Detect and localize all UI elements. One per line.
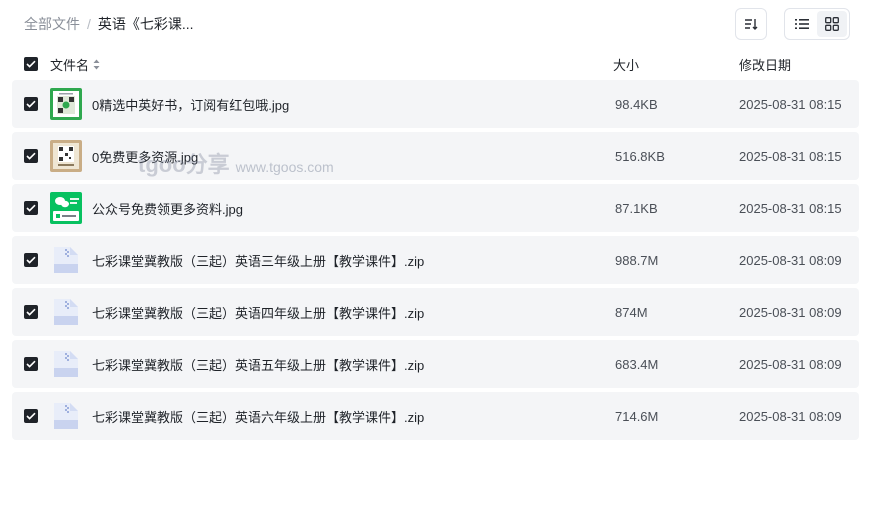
wechat-thumbnail-icon <box>50 192 82 224</box>
checkmark-icon <box>26 256 36 264</box>
file-name[interactable]: 七彩课堂冀教版（三起）英语六年级上册【教学课件】.zip <box>92 407 424 426</box>
file-name[interactable]: 公众号免费领更多资料.jpg <box>92 199 243 218</box>
breadcrumb: 全部文件 / 英语《七彩课... <box>24 14 194 34</box>
breadcrumb-separator: / <box>87 16 91 32</box>
row-checkbox[interactable] <box>24 97 38 111</box>
size-column-header[interactable]: 大小 <box>613 55 739 74</box>
checkmark-icon <box>26 308 36 316</box>
file-date: 2025-08-31 08:15 <box>739 96 842 112</box>
list-view-button[interactable] <box>787 11 817 37</box>
file-list-header: 文件名 大小 修改日期 <box>12 52 859 76</box>
file-date: 2025-08-31 08:15 <box>739 200 842 216</box>
file-size: 98.4KB <box>615 96 658 112</box>
file-row[interactable]: 0免费更多资源.jpg 516.8KB 2025-08-31 08:15 <box>12 132 859 180</box>
file-row[interactable]: 0精选中英好书，订阅有红包哦.jpg 98.4KB 2025-08-31 08:… <box>12 80 859 128</box>
row-checkbox[interactable] <box>24 201 38 215</box>
row-checkbox[interactable] <box>24 357 38 371</box>
grid-view-icon <box>825 17 839 31</box>
zip-file-icon <box>50 244 82 276</box>
row-checkbox[interactable] <box>24 253 38 267</box>
view-toolbar <box>735 8 850 40</box>
checkmark-icon <box>26 204 36 212</box>
row-checkbox[interactable] <box>24 409 38 423</box>
name-header-label: 文件名 <box>50 57 90 73</box>
view-toggle <box>784 8 850 40</box>
file-size: 516.8KB <box>615 148 665 164</box>
file-date: 2025-08-31 08:09 <box>739 356 842 372</box>
file-name[interactable]: 七彩课堂冀教版（三起）英语四年级上册【教学课件】.zip <box>92 303 424 322</box>
file-name[interactable]: 0免费更多资源.jpg <box>92 147 198 166</box>
file-date: 2025-08-31 08:15 <box>739 148 842 164</box>
zip-file-icon <box>50 296 82 328</box>
file-name[interactable]: 七彩课堂冀教版（三起）英语三年级上册【教学课件】.zip <box>92 251 424 270</box>
breadcrumb-current: 英语《七彩课... <box>97 16 194 32</box>
file-size: 87.1KB <box>615 200 658 216</box>
breadcrumb-root-link[interactable]: 全部文件 <box>24 14 80 34</box>
file-row[interactable]: 七彩课堂冀教版（三起）英语四年级上册【教学课件】.zip 874M 2025-0… <box>12 288 859 336</box>
file-date: 2025-08-31 08:09 <box>739 408 842 424</box>
file-date: 2025-08-31 08:09 <box>739 304 842 320</box>
file-row[interactable]: 公众号免费领更多资料.jpg 87.1KB 2025-08-31 08:15 <box>12 184 859 232</box>
list-view-icon <box>795 19 809 29</box>
checkmark-icon <box>26 152 36 160</box>
row-checkbox[interactable] <box>24 305 38 319</box>
file-size: 714.6M <box>615 408 659 424</box>
sort-arrows-icon <box>93 59 100 70</box>
file-row[interactable]: 七彩课堂冀教版（三起）英语五年级上册【教学课件】.zip 683.4M 2025… <box>12 340 859 388</box>
select-all-checkbox[interactable] <box>24 57 38 71</box>
file-size: 874M <box>615 304 648 320</box>
checkmark-icon <box>26 100 36 108</box>
checkmark-icon <box>26 360 36 368</box>
zip-file-icon <box>50 348 82 380</box>
file-name[interactable]: 七彩课堂冀教版（三起）英语五年级上册【教学课件】.zip <box>92 355 424 374</box>
grid-view-button[interactable] <box>817 11 847 37</box>
date-column-header[interactable]: 修改日期 <box>739 55 859 74</box>
file-date: 2025-08-31 08:09 <box>739 252 842 268</box>
zip-file-icon <box>50 400 82 432</box>
file-name[interactable]: 0精选中英好书，订阅有红包哦.jpg <box>92 95 289 114</box>
file-row[interactable]: 七彩课堂冀教版（三起）英语六年级上册【教学课件】.zip 714.6M 2025… <box>12 392 859 440</box>
row-checkbox[interactable] <box>24 149 38 163</box>
qr-code-thumbnail-icon <box>50 140 82 172</box>
file-size: 683.4M <box>615 356 659 372</box>
checkmark-icon <box>26 60 36 68</box>
sort-icon <box>745 19 758 30</box>
file-row[interactable]: 七彩课堂冀教版（三起）英语三年级上册【教学课件】.zip 988.7M 2025… <box>12 236 859 284</box>
file-size: 988.7M <box>615 252 659 268</box>
qr-code-thumbnail-icon <box>50 88 82 120</box>
checkmark-icon <box>26 412 36 420</box>
sort-button[interactable] <box>735 8 767 40</box>
name-column-header[interactable]: 文件名 <box>50 55 613 74</box>
file-list: 0精选中英好书，订阅有红包哦.jpg 98.4KB 2025-08-31 08:… <box>12 80 859 444</box>
